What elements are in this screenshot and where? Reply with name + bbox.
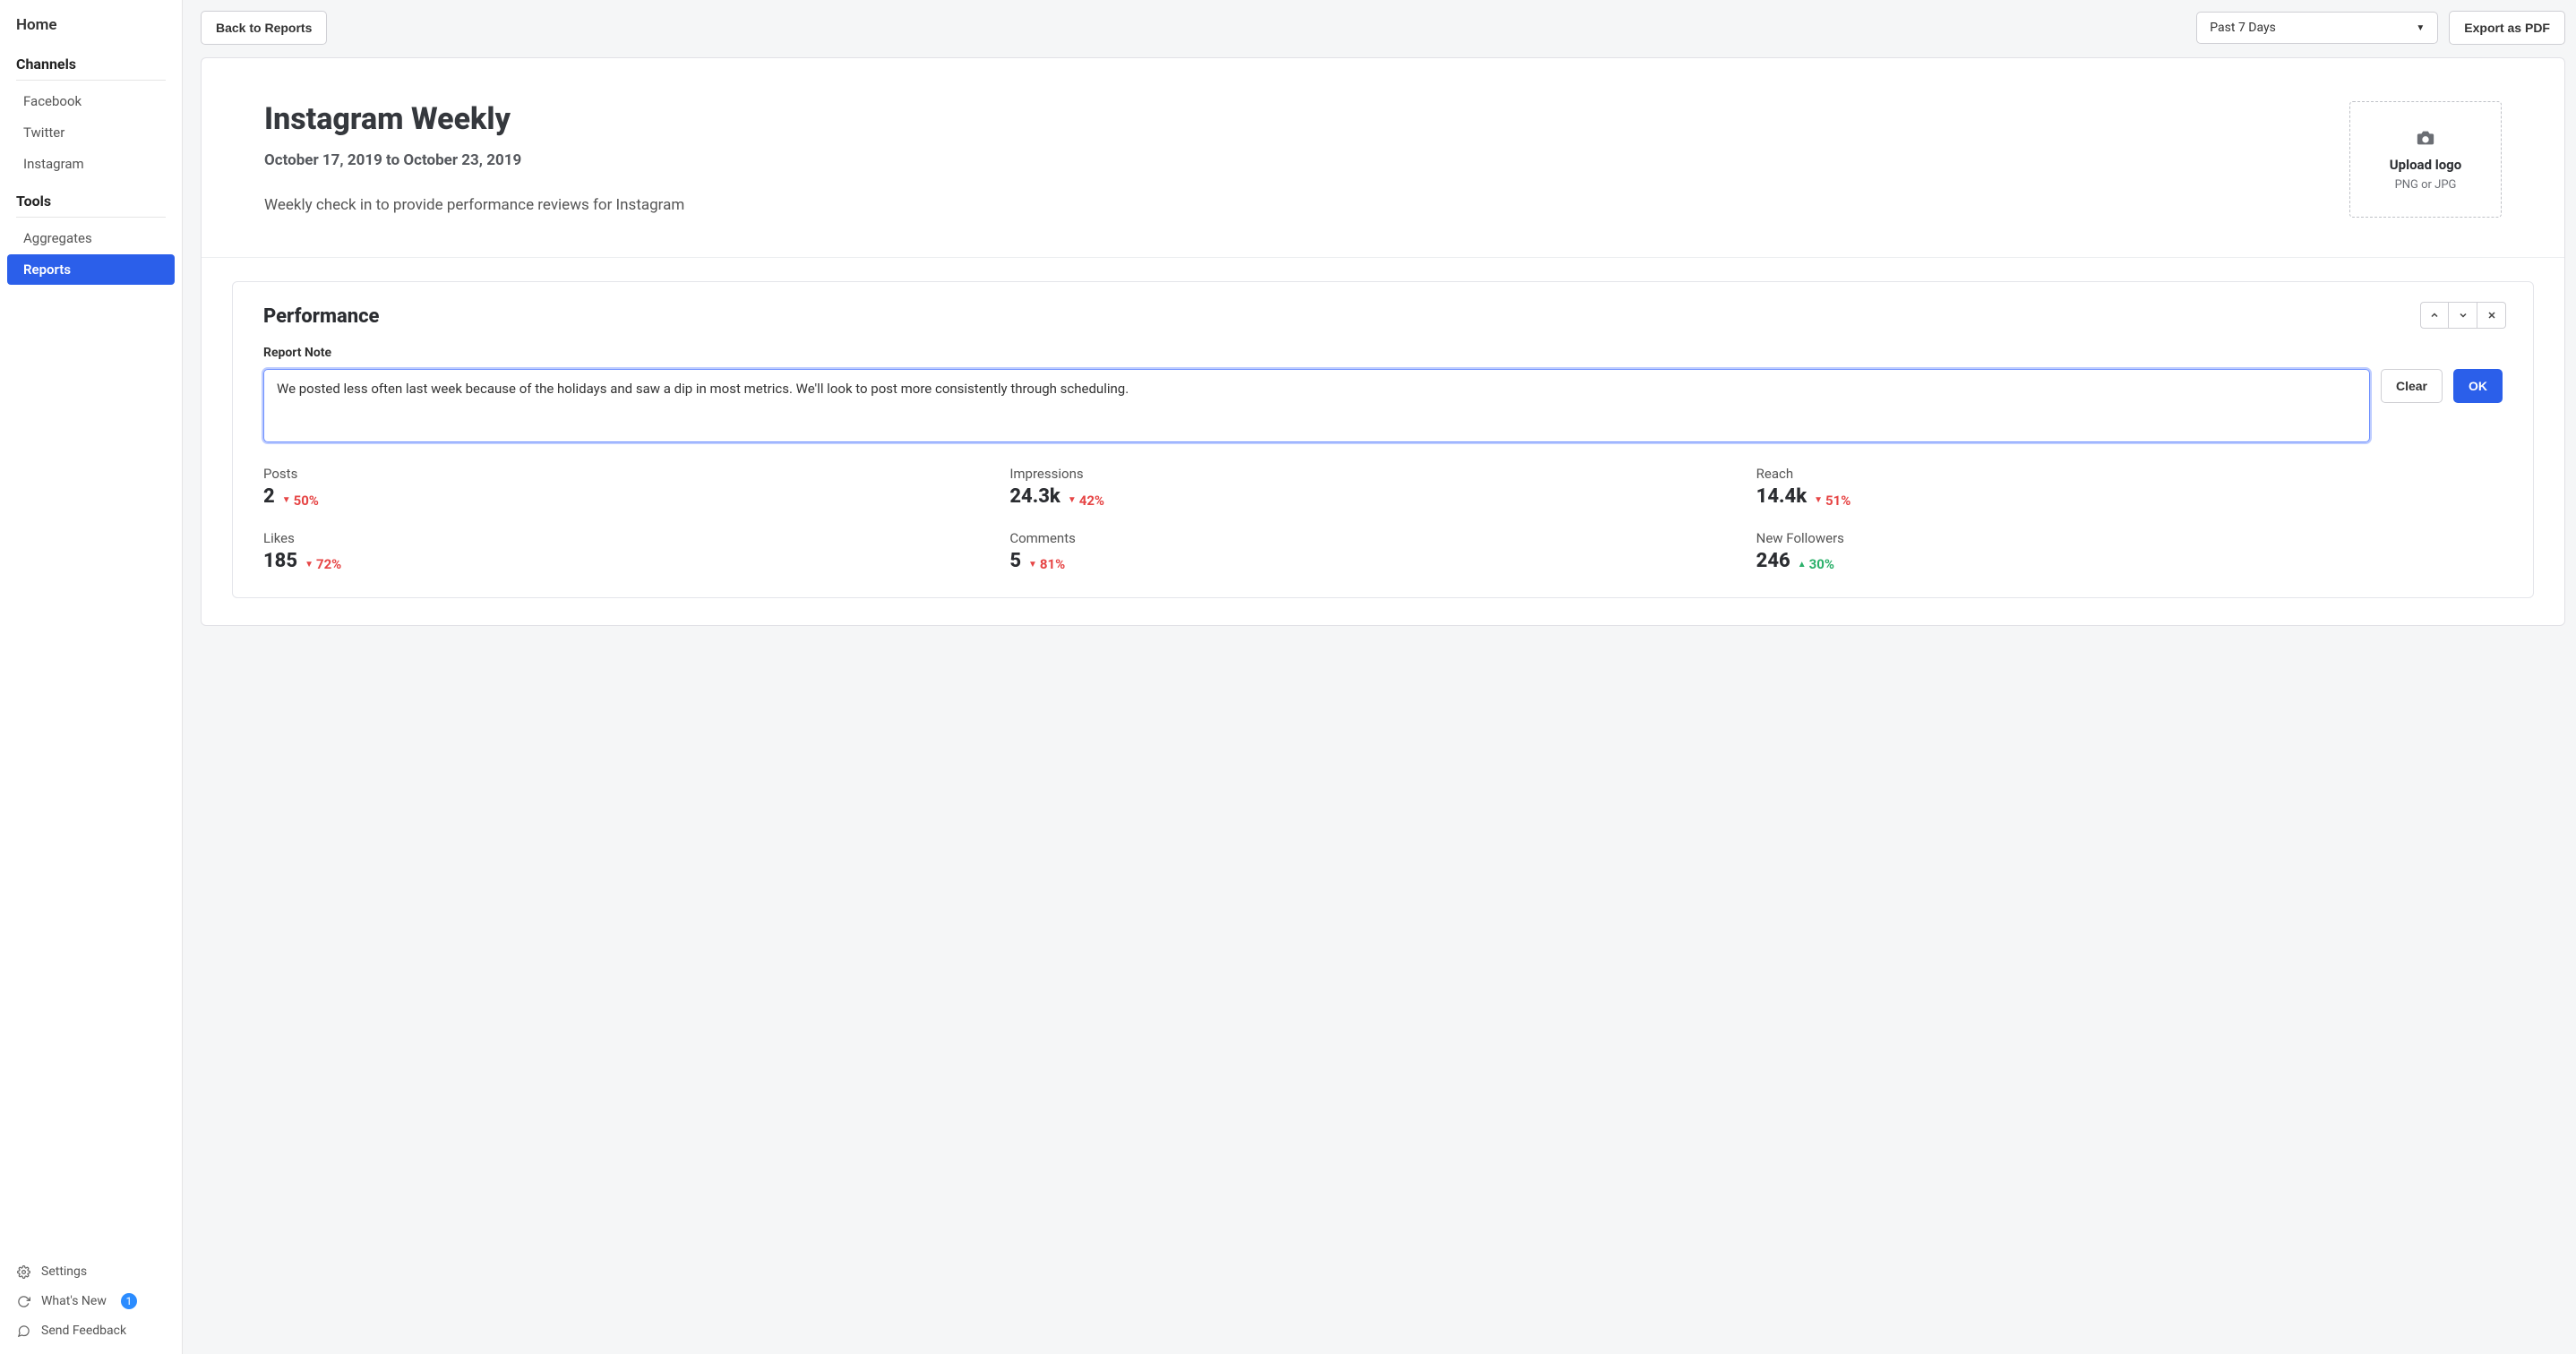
sidebar-item-instagram[interactable]: Instagram — [7, 149, 175, 179]
metric-label: New Followers — [1756, 530, 2503, 546]
metric-change: ▲30% — [1798, 556, 1834, 572]
metric-value: 24.3k — [1009, 485, 1060, 508]
metric-value: 14.4k — [1756, 485, 1807, 508]
arrow-down-icon: ▼ — [1068, 495, 1077, 505]
date-range-value: Past 7 Days — [2210, 21, 2276, 35]
metric-posts: Posts 2 ▼50% — [263, 466, 1009, 509]
move-down-button[interactable] — [2449, 302, 2477, 329]
metric-change: ▼72% — [305, 556, 341, 572]
metric-label: Reach — [1756, 466, 2503, 482]
arrow-down-icon: ▼ — [1814, 495, 1823, 505]
metric-value: 185 — [263, 550, 297, 572]
metric-comments: Comments 5 ▼81% — [1009, 530, 1756, 573]
footer-feedback[interactable]: Send Feedback — [0, 1316, 182, 1345]
main: Back to Reports Past 7 Days ▼ Export as … — [183, 0, 2576, 1354]
ok-button[interactable]: OK — [2453, 369, 2503, 403]
metric-change: ▼50% — [282, 493, 319, 509]
upload-logo-subtitle: PNG or JPG — [2395, 178, 2457, 192]
metric-value: 246 — [1756, 550, 1790, 572]
metric-change: ▼51% — [1814, 493, 1850, 509]
metric-change: ▼81% — [1028, 556, 1065, 572]
metric-new-followers: New Followers 246 ▲30% — [1756, 530, 2503, 573]
report-note-label: Report Note — [263, 346, 2503, 360]
report-note-input[interactable] — [263, 369, 2370, 442]
sidebar-item-reports[interactable]: Reports — [7, 254, 175, 285]
camera-icon — [2414, 128, 2437, 151]
sidebar-item-aggregates[interactable]: Aggregates — [7, 223, 175, 253]
refresh-icon — [16, 1294, 30, 1308]
nav-section-channels: Channels — [0, 43, 182, 80]
metrics-grid: Posts 2 ▼50% Impressions 24.3k ▼42% Reach 14.4k… — [263, 466, 2503, 572]
card-controls — [2420, 302, 2506, 329]
arrow-up-icon: ▲ — [1798, 560, 1807, 570]
metric-label: Posts — [263, 466, 1009, 482]
back-to-reports-button[interactable]: Back to Reports — [201, 11, 327, 45]
gear-icon — [16, 1264, 30, 1279]
metric-value: 2 — [263, 485, 275, 508]
notification-badge: 1 — [121, 1293, 137, 1309]
topbar: Back to Reports Past 7 Days ▼ Export as … — [201, 11, 2565, 45]
arrow-down-icon: ▼ — [305, 560, 313, 570]
report-title: Instagram Weekly — [264, 101, 684, 137]
arrow-down-icon: ▼ — [1028, 560, 1037, 570]
caret-down-icon: ▼ — [2416, 23, 2425, 33]
metric-change: ▼42% — [1068, 493, 1104, 509]
footer-feedback-label: Send Feedback — [41, 1324, 126, 1338]
report-header: Instagram Weekly October 17, 2019 to Oct… — [202, 58, 2564, 258]
performance-card: Performance Report Note — [232, 281, 2534, 598]
divider — [16, 80, 166, 81]
footer-settings[interactable]: Settings — [0, 1257, 182, 1286]
report-container: Instagram Weekly October 17, 2019 to Oct… — [201, 57, 2565, 626]
sidebar: Home Channels FacebookTwitterInstagram T… — [0, 0, 183, 1354]
arrow-down-icon: ▼ — [282, 495, 291, 505]
move-up-button[interactable] — [2420, 302, 2449, 329]
upload-logo-dropzone[interactable]: Upload logo PNG or JPG — [2349, 101, 2502, 218]
metric-label: Comments — [1009, 530, 1756, 546]
footer-settings-label: Settings — [41, 1264, 87, 1279]
metric-likes: Likes 185 ▼72% — [263, 530, 1009, 573]
clear-button[interactable]: Clear — [2381, 369, 2443, 403]
metric-reach: Reach 14.4k ▼51% — [1756, 466, 2503, 509]
export-pdf-button[interactable]: Export as PDF — [2449, 11, 2565, 45]
metric-label: Impressions — [1009, 466, 1756, 482]
metric-value: 5 — [1009, 550, 1021, 572]
divider — [16, 217, 166, 218]
report-date-range: October 17, 2019 to October 23, 2019 — [264, 151, 684, 169]
nav-section-tools: Tools — [0, 180, 182, 217]
footer-whatsnew[interactable]: What's New 1 — [0, 1286, 182, 1316]
remove-button[interactable] — [2477, 302, 2506, 329]
metric-label: Likes — [263, 530, 1009, 546]
report-description: Weekly check in to provide performance r… — [264, 196, 684, 214]
date-range-select[interactable]: Past 7 Days ▼ — [2196, 12, 2438, 44]
nav-home[interactable]: Home — [0, 7, 182, 43]
sidebar-item-twitter[interactable]: Twitter — [7, 117, 175, 148]
chat-icon — [16, 1324, 30, 1338]
upload-logo-title: Upload logo — [2390, 157, 2461, 173]
metric-impressions: Impressions 24.3k ▼42% — [1009, 466, 1756, 509]
sidebar-item-facebook[interactable]: Facebook — [7, 86, 175, 116]
footer-whatsnew-label: What's New — [41, 1294, 107, 1308]
performance-title: Performance — [263, 305, 2503, 328]
